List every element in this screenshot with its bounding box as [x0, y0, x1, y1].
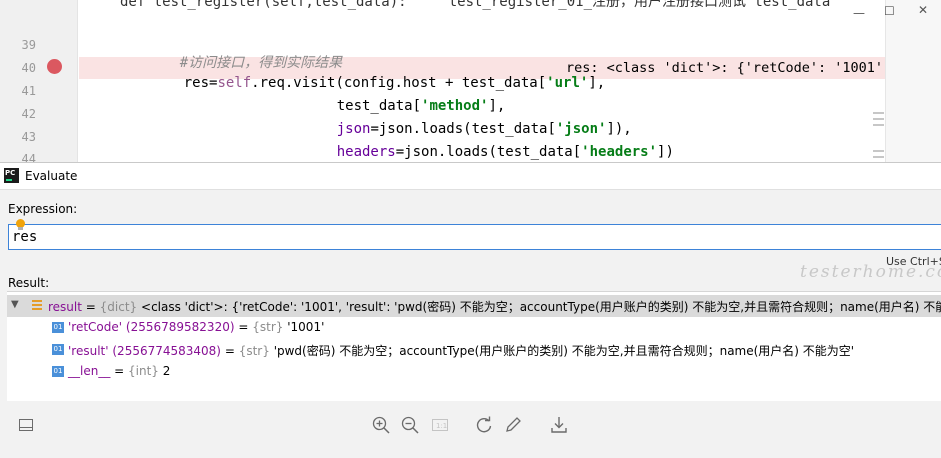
expression-label: Expression:: [8, 202, 78, 216]
minimize-icon[interactable]: —: [853, 6, 865, 20]
inline-debug-value: res: <class 'dict'>: {'retCode': '1001',: [566, 60, 892, 76]
result-tree-row[interactable]: 01 __len__ = {int} 2: [7, 361, 941, 383]
line-number: 40: [21, 61, 36, 75]
int-field-icon: 01: [52, 366, 64, 377]
dialog-toolbar: 1:1: [0, 401, 941, 458]
maximize-icon[interactable]: ☐: [884, 4, 895, 18]
var-type: {str}: [252, 320, 284, 334]
result-tree-row[interactable]: 01 'retCode' (2556789582320) = {str} '10…: [7, 317, 941, 339]
close-icon[interactable]: ✕: [918, 3, 928, 17]
var-value: '1001': [287, 320, 325, 334]
pycharm-logo-text: PC: [5, 169, 16, 177]
dialog-title-bar[interactable]: PC Evaluate: [0, 163, 941, 190]
code-token: res=: [183, 75, 218, 91]
line-number: 44: [21, 152, 36, 162]
layout-toggle-icon[interactable]: [16, 415, 36, 435]
result-row-text: __len__ = {int} 2: [68, 364, 171, 378]
var-value: 'pwd(密码) 不能为空；accountType(用户账户的类别) 不能为空,…: [273, 344, 855, 358]
editor-marker[interactable]: [873, 118, 884, 120]
chevron-down-icon[interactable]: ▼: [11, 299, 19, 310]
var-type: {str}: [238, 344, 270, 358]
watermark: testerhome.com: [800, 262, 941, 282]
code-token: self: [217, 75, 252, 91]
expression-input[interactable]: [8, 224, 941, 250]
lightbulb-stem: [18, 227, 23, 230]
var-name: 'retCode': [68, 320, 123, 334]
editor-marker[interactable]: [873, 112, 884, 114]
editor-scrollbar[interactable]: [885, 0, 941, 162]
var-name: result: [48, 300, 82, 314]
result-row-text: 'result' (2556774583408) = {str} 'pwd(密码…: [68, 344, 855, 358]
code-token: 'url': [546, 75, 589, 91]
result-tree-row[interactable]: 01 'result' (2556774583408) = {str} 'pwd…: [7, 339, 941, 361]
code-line-38-fragment: def test_register(self,test_data): """te…: [120, 0, 856, 10]
string-field-icon: 01: [52, 344, 64, 355]
code-line-44: ): [349, 150, 391, 162]
editor-marker[interactable]: [873, 124, 884, 126]
svg-text:1:1: 1:1: [436, 422, 447, 430]
pycharm-logo-icon: PC: [4, 168, 19, 183]
dialog-title: Evaluate: [25, 169, 78, 183]
result-row-text: 'retCode' (2556789582320) = {str} '1001': [68, 320, 325, 334]
var-id: (2556774583408): [112, 344, 221, 358]
code-token: 'headers': [581, 144, 658, 160]
result-tree-row[interactable]: ▼ result = {dict} <class 'dict'>: {'retC…: [7, 295, 941, 317]
code-token: ]): [657, 144, 674, 160]
var-value: 2: [162, 364, 171, 378]
editor-marker[interactable]: [873, 156, 884, 158]
line-number: 39: [21, 38, 36, 52]
result-row-text: result = {dict} <class 'dict'>: {'retCod…: [48, 298, 941, 315]
var-id: (2556789582320): [125, 320, 235, 334]
var-value: <class 'dict'>: {'retCode': '1001', 'res…: [141, 300, 941, 314]
line-number: 41: [21, 84, 36, 98]
actual-size-icon: 1:1: [430, 415, 450, 435]
var-name: __len__: [68, 364, 111, 378]
editor-marker[interactable]: [873, 150, 884, 152]
evaluate-dialog: PC Evaluate Expression: Use Ctrl+S Resul…: [0, 162, 941, 458]
download-icon[interactable]: [549, 415, 569, 435]
var-name: 'result': [68, 344, 109, 358]
code-token: =json.loads(test_data[: [395, 144, 582, 160]
var-type: {int}: [128, 364, 159, 378]
zoom-in-icon[interactable]: [371, 415, 391, 435]
string-field-icon: 01: [52, 322, 64, 333]
line-number: 43: [21, 130, 36, 144]
result-tree[interactable]: ▼ result = {dict} <class 'dict'>: {'retC…: [7, 291, 941, 401]
result-label: Result:: [8, 276, 50, 290]
breakpoint-icon[interactable]: [47, 59, 62, 74]
code-editor[interactable]: def test_register(self,test_data): """te…: [0, 0, 941, 162]
line-number: 42: [21, 107, 36, 121]
var-type: {dict}: [99, 300, 138, 314]
zoom-out-icon[interactable]: [400, 415, 420, 435]
edit-icon[interactable]: [503, 415, 523, 435]
refresh-icon[interactable]: [474, 415, 494, 435]
dict-icon: [32, 300, 42, 310]
code-token: ],: [588, 75, 606, 91]
